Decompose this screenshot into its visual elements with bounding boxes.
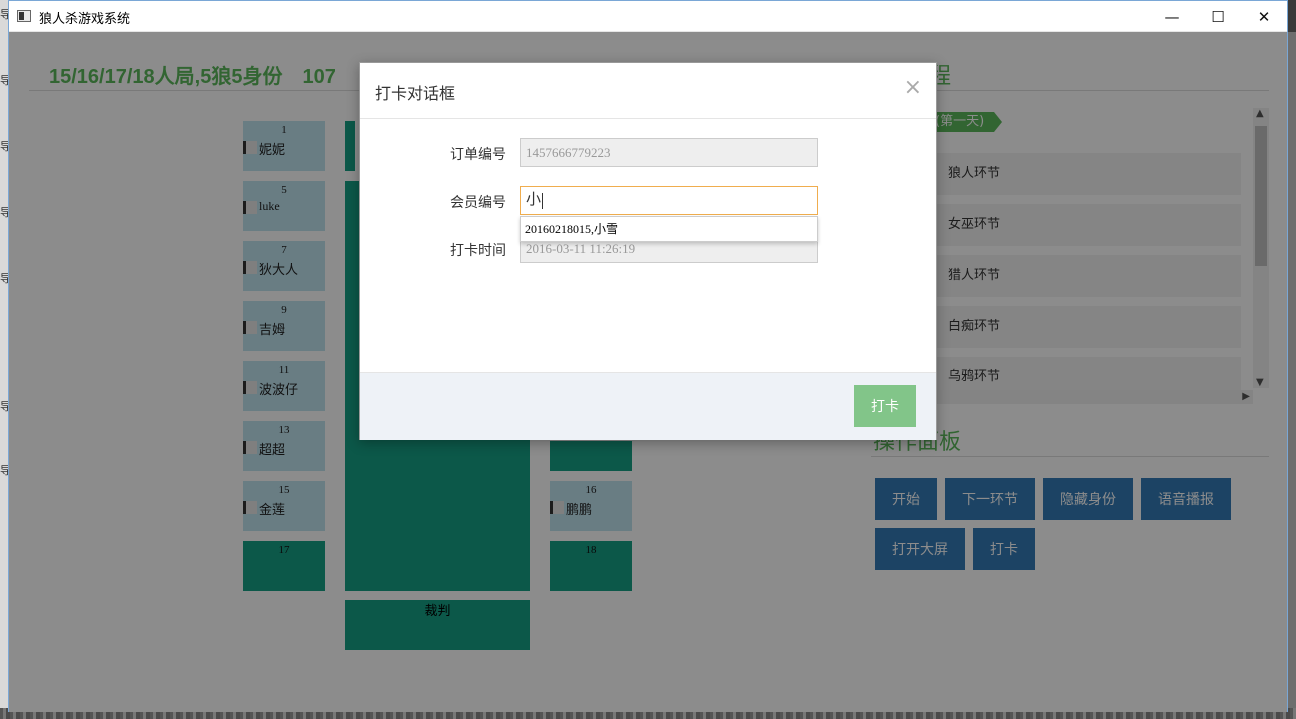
member-number-label: 会员编号: [450, 195, 506, 211]
dialog-header: 打卡对话框 ×: [360, 63, 936, 119]
minimize-button[interactable]: —: [1149, 1, 1195, 32]
text-caret: [542, 192, 544, 209]
maximize-button[interactable]: ☐: [1195, 1, 1241, 32]
app-icon: [17, 10, 31, 22]
autocomplete-suggestion[interactable]: 20160218015,小雪: [520, 216, 818, 242]
close-icon[interactable]: ×: [904, 77, 922, 99]
order-number-label: 订单编号: [450, 147, 506, 163]
dialog-title: 打卡对话框: [375, 84, 456, 103]
minimize-icon: —: [1164, 7, 1180, 26]
check-in-submit-button[interactable]: 打卡: [854, 385, 916, 427]
order-number-field: 1457666779223: [520, 138, 818, 167]
member-number-input[interactable]: 小: [520, 186, 818, 215]
desktop-background: [1288, 32, 1296, 712]
desktop-background: 导 导 导 导 导 导 导: [0, 0, 11, 719]
member-number-value: 小: [526, 192, 542, 208]
dialog-footer: 打卡: [360, 372, 936, 440]
close-icon: ✕: [1257, 7, 1271, 26]
maximize-icon: ☐: [1211, 7, 1225, 26]
title-bar[interactable]: 狼人杀游戏系统 — ☐ ✕: [9, 1, 1287, 32]
close-window-button[interactable]: ✕: [1241, 1, 1287, 32]
check-in-time-label: 打卡时间: [450, 243, 506, 259]
check-in-dialog: 打卡对话框 × 订单编号 1457666779223 会员编号 小 打卡时间 2…: [359, 62, 937, 440]
window-title: 狼人杀游戏系统: [39, 12, 131, 27]
